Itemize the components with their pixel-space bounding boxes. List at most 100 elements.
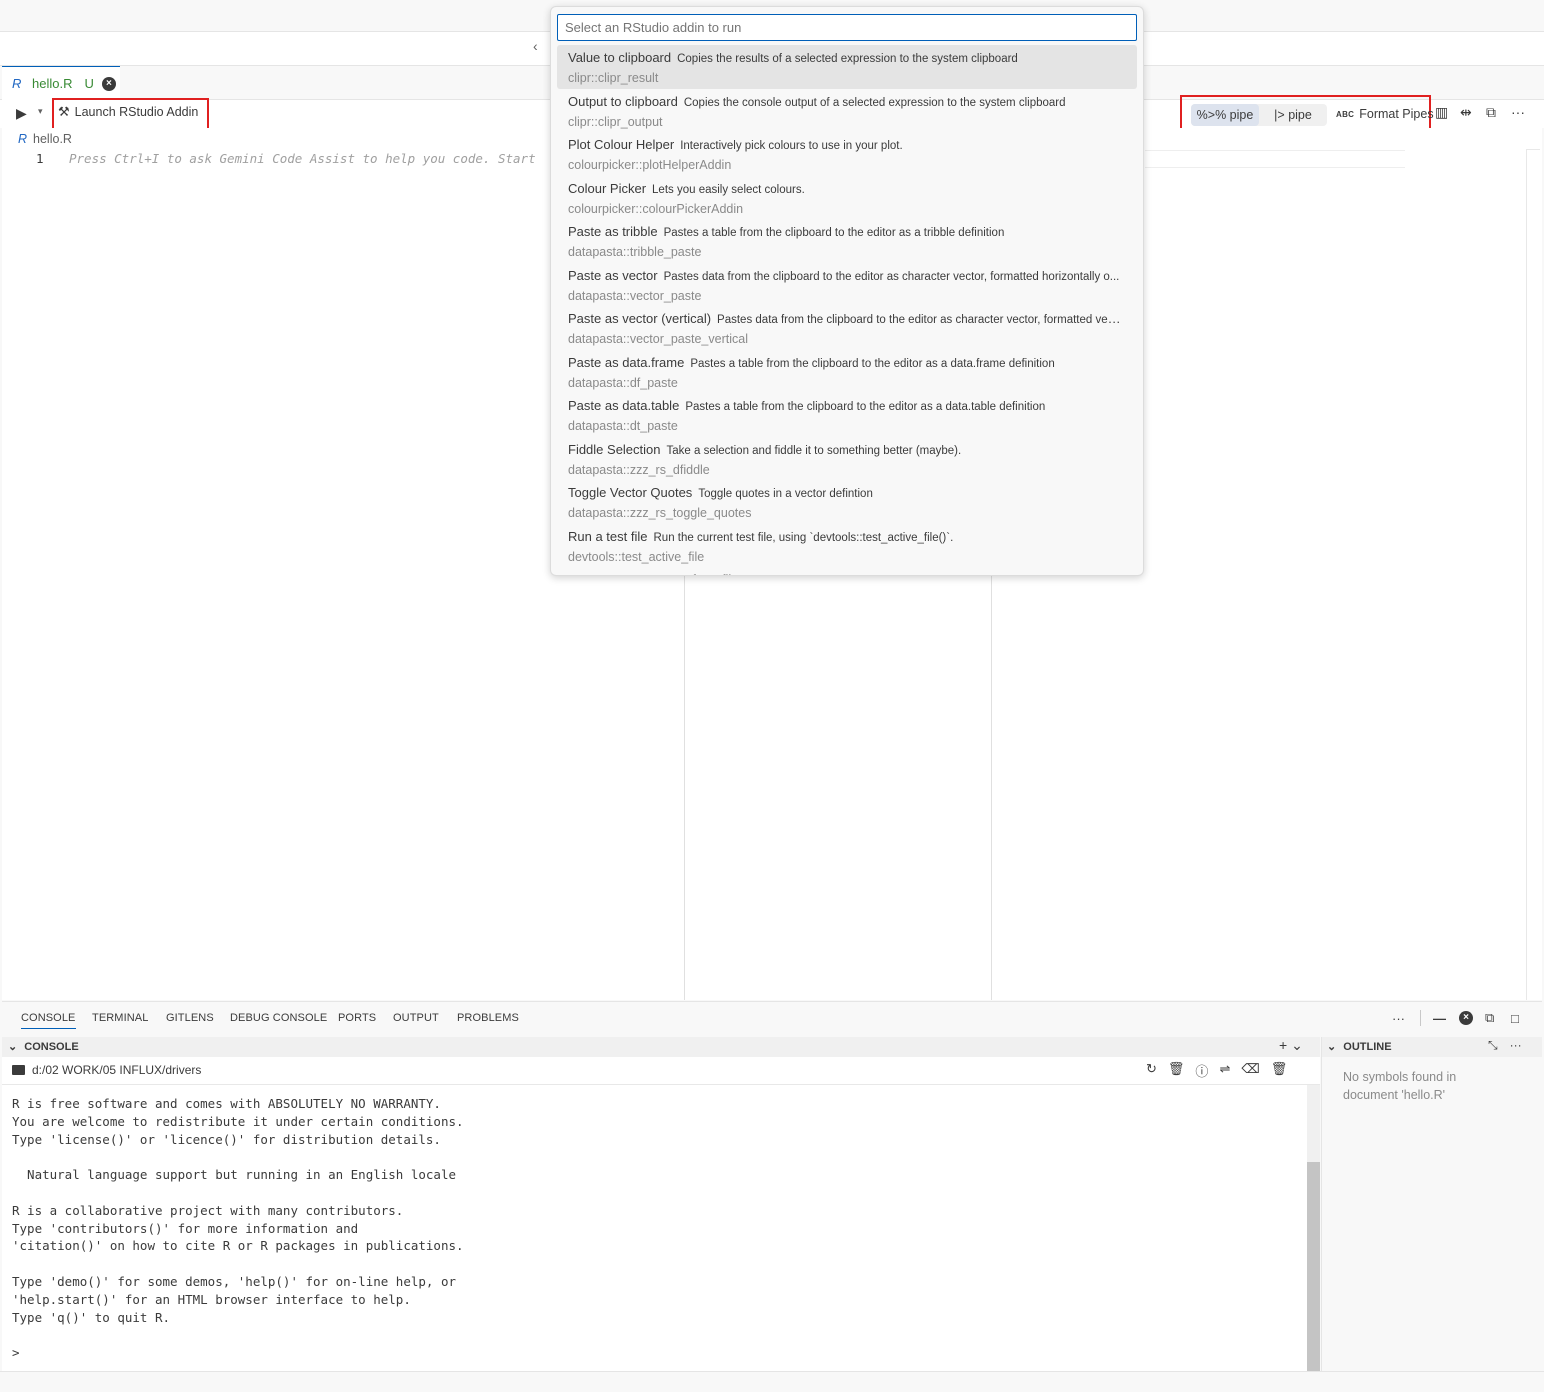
addin-item-header: Paste as tribble Pastes a table from the … <box>568 222 1124 242</box>
addin-item[interactable]: Value to clipboard Copies the results of … <box>557 45 1137 89</box>
native-pipe-button[interactable]: |> pipe <box>1259 104 1327 126</box>
restore-panel-icon[interactable]: ⧉ <box>1485 1010 1511 1026</box>
addin-item[interactable]: Paste as tribble Pastes a table from the … <box>557 219 1137 263</box>
r-file-icon: R <box>12 76 22 91</box>
addin-function-id: datapasta::dt_paste <box>568 419 678 433</box>
addin-item-header: Value to clipboard Copies the results of … <box>568 48 1124 68</box>
addin-item-header: Run a test file Run the current test file… <box>568 527 1124 547</box>
editor-scrollbar[interactable] <box>1526 150 1527 1000</box>
panel-divider <box>1420 1010 1421 1026</box>
addin-title: Value to clipboard <box>568 50 672 65</box>
addin-item-header: Paste as data.frame Pastes a table from t… <box>568 353 1124 373</box>
back-chevron-icon[interactable]: ‹ <box>533 38 538 54</box>
run-icon[interactable]: ▶ <box>16 105 27 122</box>
split-editor-icon[interactable]: ▥ <box>1435 104 1448 121</box>
addin-list: Value to clipboard Copies the results of … <box>557 45 1137 576</box>
tab-problems[interactable]: PROBLEMS <box>457 1012 519 1024</box>
addin-item-header: Paste as vector (vertical) Pastes data fr… <box>568 309 1124 329</box>
addin-item-header: Output to clipboard Copies the console ou… <box>568 92 1124 112</box>
addin-description: Pastes data from the clipboard to the ed… <box>663 270 1120 283</box>
outline-panel <box>1321 1057 1542 1371</box>
tab-terminal[interactable]: TERMINAL <box>92 1012 148 1024</box>
console-section-label: CONSOLE <box>24 1041 79 1053</box>
tab-debug-console[interactable]: DEBUG CONSOLE <box>230 1012 327 1024</box>
addin-description: Pastes a table from the clipboard to the… <box>663 227 1005 239</box>
launch-rstudio-addin-button[interactable]: ⚒ Launch RStudio Addin <box>58 104 198 120</box>
tab-output[interactable]: OUTPUT <box>393 1012 439 1024</box>
addin-item[interactable]: Toggle Vector Quotes Toggle quotes in a v… <box>557 480 1137 524</box>
addin-search-input[interactable] <box>557 14 1137 41</box>
launch-addin-label: Launch RStudio Addin <box>74 105 199 119</box>
console-section-title[interactable]: ⌄ CONSOLE <box>8 1040 79 1053</box>
more-actions-icon[interactable]: ··· <box>1511 104 1525 120</box>
panel-more-icon[interactable]: ··· <box>1392 1011 1420 1026</box>
indent-guide <box>991 576 992 1000</box>
minimize-panel-icon[interactable]: — <box>1433 1011 1459 1026</box>
addin-function-id: devtools::test_active_file <box>568 549 705 564</box>
addin-title: Plot Colour Helper <box>568 137 675 152</box>
addin-title: Output to clipboard <box>568 93 678 109</box>
run-dropdown-icon[interactable]: ▾ <box>38 106 43 117</box>
status-bar <box>0 1371 1544 1392</box>
outline-more-icon[interactable]: ··· <box>1510 1038 1522 1053</box>
addin-description: Pastes data from the clipboard to the ed… <box>717 314 1124 326</box>
collapse-all-icon[interactable]: ⤡ <box>1488 1038 1498 1053</box>
addin-item[interactable]: Output to clipboard Copies the console ou… <box>557 89 1137 133</box>
maximize-panel-icon[interactable]: □ <box>1511 1011 1525 1026</box>
panel-actions: ··· — × ⧉ □ <box>1392 1010 1525 1026</box>
line-number: 1 <box>36 151 44 166</box>
refresh-icon[interactable]: ↻ <box>1146 1061 1157 1080</box>
kill-console-icon[interactable]: 🗑 <box>1271 1061 1288 1080</box>
addin-item[interactable]: Colour Picker Lets you easily select colo… <box>557 176 1137 220</box>
addin-title: Report test coverage for a file <box>568 572 739 575</box>
addin-item[interactable]: Paste as data.frame Pastes a table from t… <box>557 350 1137 394</box>
console-section-header[interactable] <box>2 1037 1320 1057</box>
close-tab-icon[interactable]: × <box>101 76 116 91</box>
console-scroll-thumb[interactable] <box>1307 1162 1320 1371</box>
open-external-icon[interactable]: ⧉ <box>1486 104 1496 121</box>
wrench-icon: ⚒ <box>58 104 70 119</box>
tab-hello-r[interactable]: R hello.R U × <box>2 66 120 100</box>
addin-description: Pastes a table from the clipboard to the… <box>685 401 1046 413</box>
addin-item[interactable]: Paste as vector Pastes data from the clip… <box>557 263 1137 307</box>
addin-item-header: Colour Picker Lets you easily select colo… <box>568 179 1124 199</box>
addin-item[interactable]: Plot Colour Helper Interactively pick col… <box>557 132 1137 176</box>
tab-console[interactable]: CONSOLE <box>21 1012 76 1029</box>
r-file-icon: R <box>18 132 28 146</box>
addin-description: Run the current test file, using `devtoo… <box>653 531 954 544</box>
addin-function-id: colourpicker::colourPickerAddin <box>568 201 744 216</box>
addin-title: Paste as data.table <box>568 398 680 413</box>
outline-actions: ⤡ ··· <box>1488 1038 1522 1053</box>
working-directory[interactable]: d:/02 WORK/05 INFLUX/drivers <box>12 1063 201 1077</box>
breadcrumb-file[interactable]: hello.R <box>33 132 72 146</box>
add-console-icon[interactable]: + ⌄ <box>1279 1037 1303 1054</box>
outline-title[interactable]: ⌄ OUTLINE <box>1327 1040 1392 1053</box>
addin-item[interactable]: Fiddle Selection Take a selection and fid… <box>557 437 1137 481</box>
addin-item[interactable]: Run a test file Run the current test file… <box>557 524 1137 568</box>
chevron-down-icon: ⌄ <box>8 1041 18 1053</box>
working-directory-path: d:/02 WORK/05 INFLUX/drivers <box>32 1063 202 1077</box>
clear-console-icon[interactable]: 🗑 <box>1168 1061 1185 1080</box>
addin-item[interactable]: Paste as data.table Pastes a table from t… <box>557 393 1137 437</box>
addin-function-id: clipr::clipr_result <box>568 71 659 85</box>
format-pipes-button[interactable]: ABC Format Pipes <box>1336 107 1434 121</box>
addin-item[interactable]: Paste as vector (vertical) Pastes data fr… <box>557 306 1137 350</box>
addin-description: Toggle quotes in a vector defintion <box>698 488 873 500</box>
magrittr-pipe-button[interactable]: %>% pipe <box>1191 104 1259 126</box>
clear-input-icon[interactable]: ⌫ <box>1241 1061 1259 1080</box>
addin-quick-pick: Value to clipboard Copies the results of … <box>550 6 1144 576</box>
tab-ports[interactable]: PORTS <box>338 1012 376 1024</box>
word-wrap-icon[interactable]: ⇌ <box>1219 1061 1230 1080</box>
addin-description: Calculate and report test coverage for t… <box>745 575 1111 576</box>
tab-gitlens[interactable]: GITLENS <box>166 1012 214 1024</box>
addin-item[interactable]: Report test coverage for a file Calculate… <box>557 567 1137 576</box>
close-panel-icon[interactable]: × <box>1459 1011 1473 1025</box>
chevron-down-icon: ⌄ <box>1327 1041 1337 1053</box>
compare-icon[interactable]: ⇹ <box>1460 104 1472 121</box>
console-actions: ↻ 🗑 ⓘ ⇌ ⌫ 🗑 <box>1146 1061 1287 1080</box>
editor-ruler <box>1526 149 1540 150</box>
untracked-badge: U <box>84 76 94 91</box>
info-icon[interactable]: ⓘ <box>1195 1061 1208 1080</box>
breadcrumb[interactable]: R hello.R <box>18 132 72 146</box>
format-pipes-label: Format Pipes <box>1359 107 1434 121</box>
